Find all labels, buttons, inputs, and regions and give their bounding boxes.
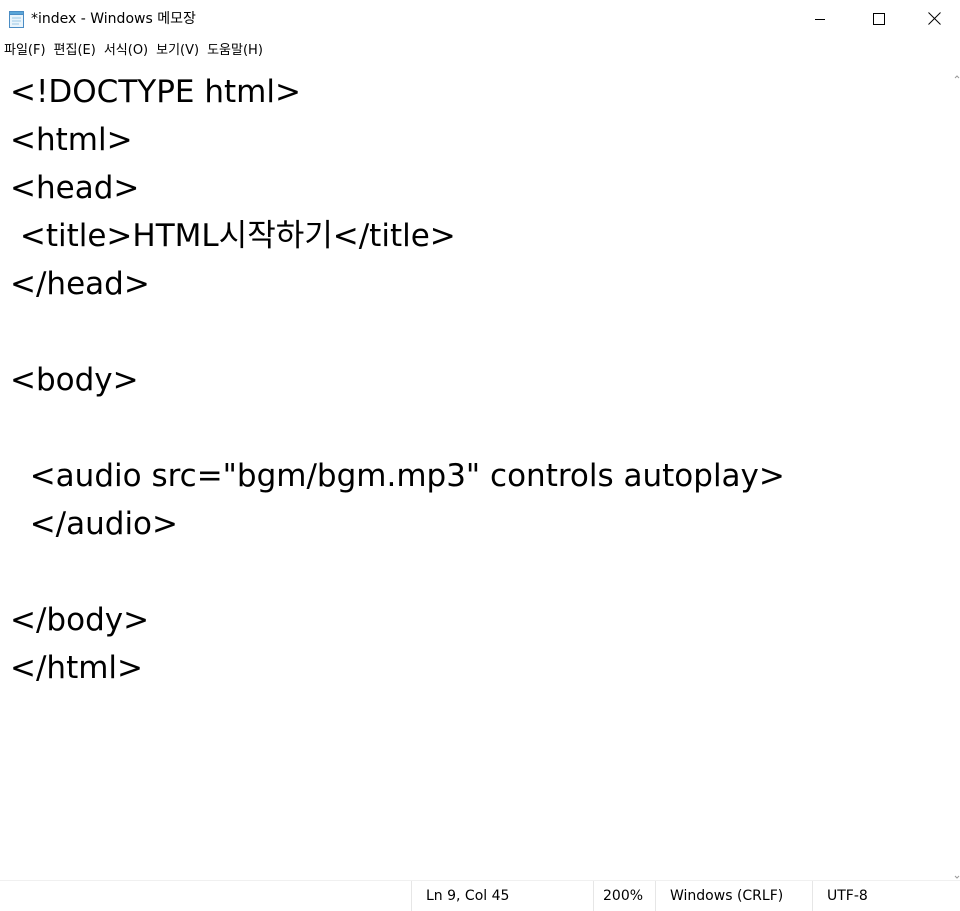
close-button[interactable] <box>909 0 960 38</box>
maximize-button[interactable] <box>849 0 909 38</box>
encoding: UTF-8 <box>812 881 960 911</box>
vertical-scrollbar[interactable] <box>954 64 960 880</box>
editor-line: <html> <box>10 122 133 158</box>
editor-line: <!DOCTYPE html> <box>10 74 301 110</box>
title-bar[interactable]: *index - Windows 메모장 <box>0 0 960 38</box>
editor-line: </body> <box>10 602 150 638</box>
close-icon <box>928 10 941 29</box>
menu-help[interactable]: 도움말(H) <box>207 40 271 62</box>
editor-line: </audio> <box>10 506 179 542</box>
scroll-up-icon[interactable] <box>954 66 960 79</box>
menu-format[interactable]: 서식(O) <box>104 40 156 62</box>
text-editor[interactable]: <!DOCTYPE html> <html> <head> <title>HTM… <box>0 64 954 880</box>
notepad-icon <box>8 9 26 29</box>
zoom-level: 200% <box>593 881 655 911</box>
notepad-window: *index - Windows 메모장 파일(F) 편집(E) 서식(O) 보… <box>0 0 960 911</box>
menu-view[interactable]: 보기(V) <box>156 40 207 62</box>
editor-line: </html> <box>10 650 144 686</box>
status-bar: Ln 9, Col 45 200% Windows (CRLF) UTF-8 <box>0 880 960 911</box>
menu-file[interactable]: 파일(F) <box>0 40 54 62</box>
line-ending: Windows (CRLF) <box>655 881 812 911</box>
menu-bar: 파일(F) 편집(E) 서식(O) 보기(V) 도움말(H) <box>0 38 960 64</box>
window-title: *index - Windows 메모장 <box>31 11 196 27</box>
maximize-icon <box>873 10 885 29</box>
editor-line: <head> <box>10 170 140 206</box>
editor-line: <audio src="bgm/bgm.mp3" controls autopl… <box>10 458 785 494</box>
editor-line: </head> <box>10 266 150 302</box>
minimize-button[interactable] <box>790 0 850 38</box>
editor-line: <title>HTML시작하기</title> <box>10 218 456 254</box>
minimize-icon <box>814 10 826 29</box>
menu-edit[interactable]: 편집(E) <box>54 40 104 62</box>
scroll-down-icon[interactable] <box>954 866 960 879</box>
status-spacer <box>0 881 411 911</box>
editor-line: <body> <box>10 362 139 398</box>
cursor-position: Ln 9, Col 45 <box>411 881 593 911</box>
